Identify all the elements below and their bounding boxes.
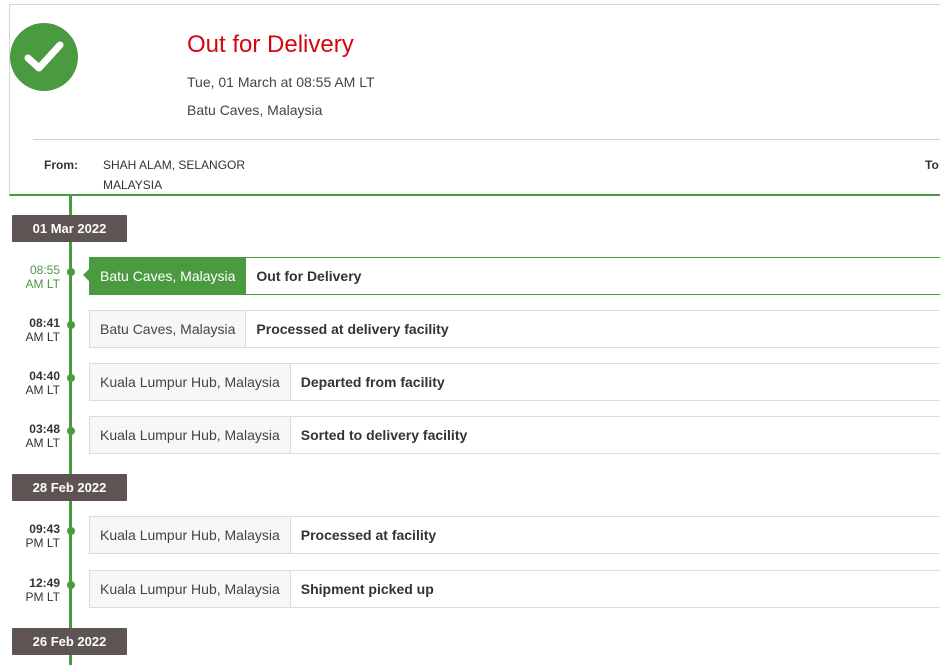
timeline-dot xyxy=(67,321,75,329)
event-description: Processed at facility xyxy=(300,527,437,543)
event-location: Batu Caves, Malaysia xyxy=(90,311,247,347)
event-time-ampm: PM LT xyxy=(25,590,60,604)
check-icon xyxy=(10,23,78,91)
from-label: From: xyxy=(44,158,78,172)
event-time: 04:40 AM LT xyxy=(0,369,60,397)
timeline-event[interactable]: Kuala Lumpur Hub, Malaysia Processed at … xyxy=(89,516,940,554)
event-time-ampm: AM LT xyxy=(25,277,60,291)
event-time-ampm: PM LT xyxy=(25,536,60,550)
status-title: Out for Delivery xyxy=(187,31,354,58)
event-time-value: 08:41 xyxy=(29,316,60,330)
event-time: 12:49 PM LT xyxy=(0,576,60,604)
event-location: Kuala Lumpur Hub, Malaysia xyxy=(90,571,291,607)
timeline-dot xyxy=(67,581,75,589)
event-time: 08:55 AM LT xyxy=(0,263,60,291)
timeline-event[interactable]: Kuala Lumpur Hub, Malaysia Sorted to del… xyxy=(89,416,940,454)
event-description: Sorted to delivery facility xyxy=(300,427,468,443)
timeline-event[interactable]: Batu Caves, Malaysia Out for Delivery xyxy=(89,257,940,295)
date-chip: 26 Feb 2022 xyxy=(12,628,127,655)
event-description: Departed from facility xyxy=(300,374,445,390)
timeline-dot xyxy=(67,527,75,535)
event-time-ampm: AM LT xyxy=(25,330,60,344)
divider xyxy=(33,139,940,140)
event-location: Kuala Lumpur Hub, Malaysia xyxy=(90,364,291,400)
event-time-value: 08:55 xyxy=(29,263,60,277)
date-chip: 28 Feb 2022 xyxy=(12,474,127,501)
event-description: Out for Delivery xyxy=(256,268,362,284)
event-time-value: 04:40 xyxy=(29,369,60,383)
event-location: Kuala Lumpur Hub, Malaysia xyxy=(90,517,291,553)
from-address-line1: SHAH ALAM, SELANGOR xyxy=(103,158,246,172)
status-location: Batu Caves, Malaysia xyxy=(187,102,323,118)
event-time: 09:43 PM LT xyxy=(0,522,60,550)
timeline-event[interactable]: Kuala Lumpur Hub, Malaysia Departed from… xyxy=(89,363,940,401)
shipment-summary-card: Out for Delivery Tue, 01 March at 08:55 … xyxy=(9,4,940,196)
event-time-value: 12:49 xyxy=(29,576,60,590)
event-description: Shipment picked up xyxy=(300,581,434,597)
event-time-value: 03:48 xyxy=(29,422,60,436)
event-description: Processed at delivery facility xyxy=(256,321,449,337)
timeline-event[interactable]: Batu Caves, Malaysia Processed at delive… xyxy=(89,310,940,348)
event-time-ampm: AM LT xyxy=(25,383,60,397)
timeline-dot xyxy=(67,374,75,382)
event-time-value: 09:43 xyxy=(29,522,60,536)
event-time-ampm: AM LT xyxy=(25,436,60,450)
event-location: Batu Caves, Malaysia xyxy=(90,258,247,294)
event-location: Kuala Lumpur Hub, Malaysia xyxy=(90,417,291,453)
timeline-dot xyxy=(67,268,75,276)
from-address-line2: MALAYSIA xyxy=(103,178,163,192)
status-datetime: Tue, 01 March at 08:55 AM LT xyxy=(187,74,375,90)
date-chip: 01 Mar 2022 xyxy=(12,215,127,242)
event-time: 08:41 AM LT xyxy=(0,316,60,344)
to-label: To: xyxy=(925,158,940,172)
timeline-event[interactable]: Kuala Lumpur Hub, Malaysia Shipment pick… xyxy=(89,570,940,608)
event-time: 03:48 AM LT xyxy=(0,422,60,450)
timeline-dot xyxy=(67,427,75,435)
